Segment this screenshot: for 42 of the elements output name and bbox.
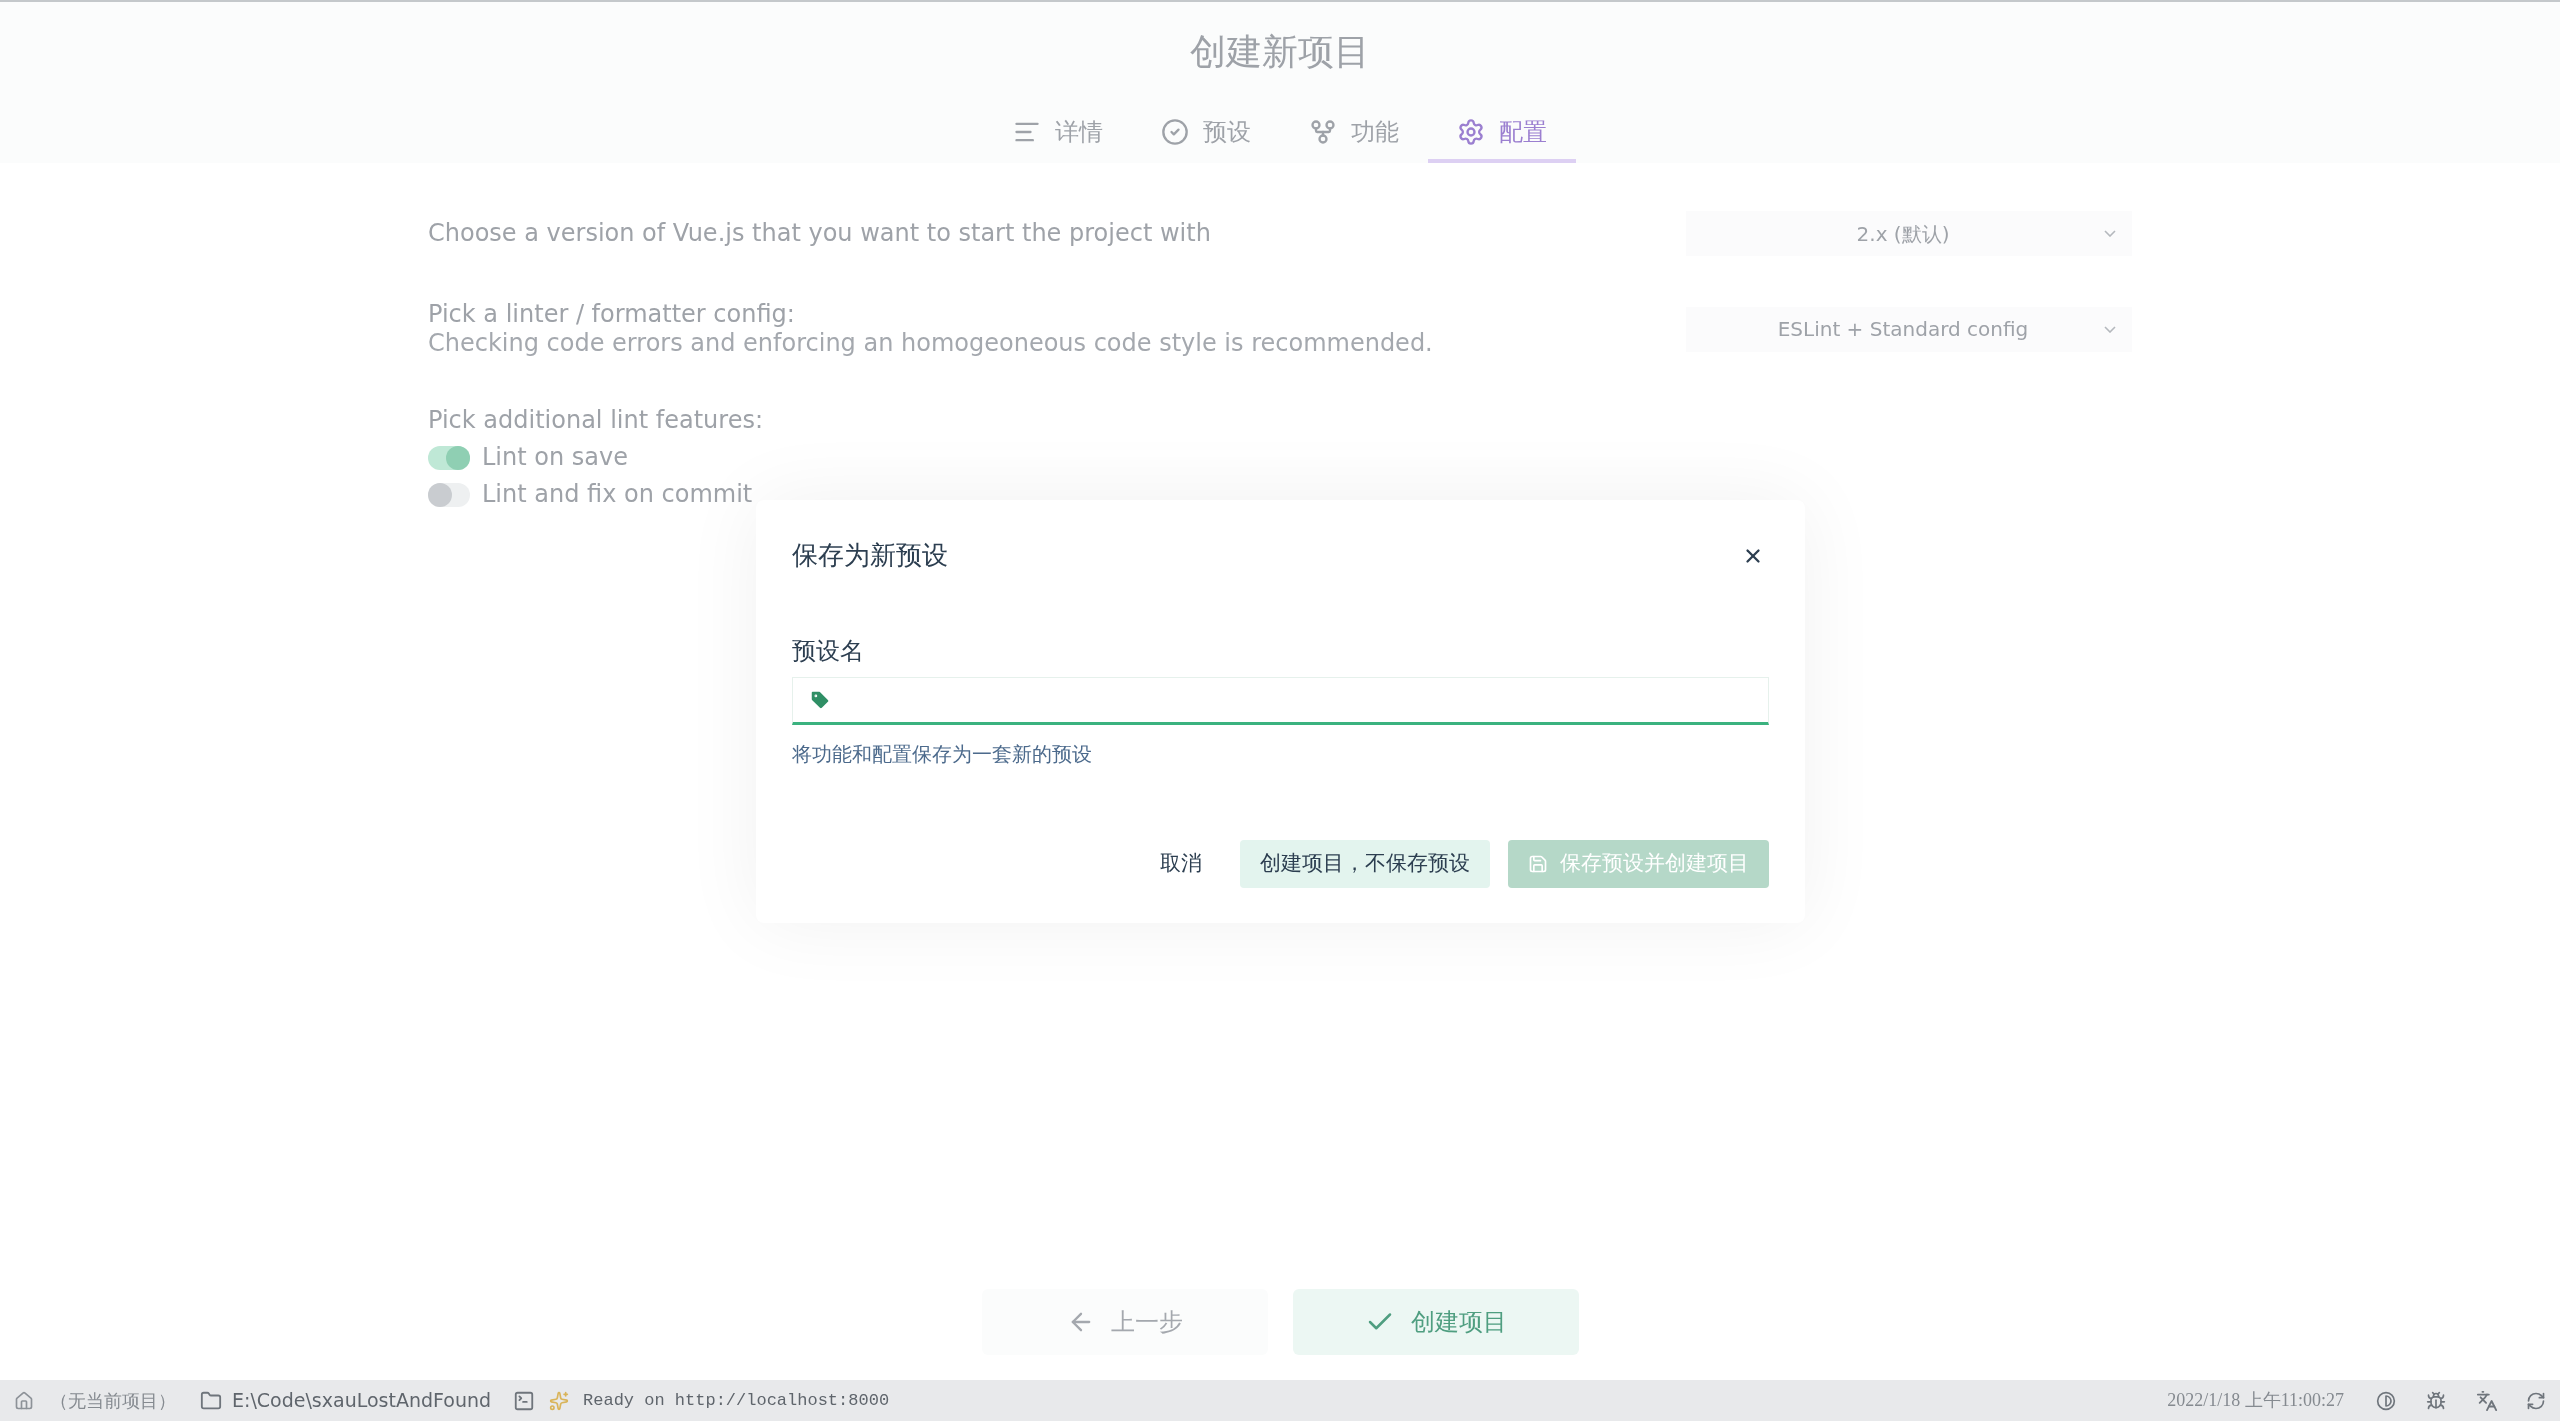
folder-path[interactable]: E:\Code\sxauLostAndFound	[232, 1386, 492, 1415]
option-label: Choose a version of Vue.js that you want to start the project with	[428, 219, 1211, 248]
toggle-switch[interactable]	[428, 445, 470, 470]
fork-icon	[1309, 117, 1337, 146]
tab[interactable]: 配置	[1428, 104, 1576, 163]
hint-text: 将功能和配置保存为一套新的预设	[791, 741, 1093, 768]
save-icon	[1527, 854, 1548, 874]
back-button[interactable]: 上一步	[981, 1289, 1268, 1355]
folder-icon	[200, 1389, 222, 1412]
tab[interactable]: 详情	[984, 104, 1132, 163]
home-icon[interactable]	[14, 1390, 34, 1411]
tag-icon	[808, 689, 831, 711]
switch-label: Lint and fix on commit	[482, 479, 753, 510]
option-description: Checking code errors and enforcing an homogeoneous code style is recommended.	[428, 329, 1433, 358]
switch-label: Lint on save	[482, 442, 628, 473]
log-message[interactable]: Ready on http://localhost:8000	[583, 1387, 890, 1414]
option-label: Pick a linter / formatter config:	[428, 300, 796, 329]
option-label: Pick additional lint features:	[428, 405, 764, 436]
page-title: 创建新项目	[1190, 30, 1370, 74]
chevron-down-icon	[2104, 230, 2116, 237]
preset-name-field[interactable]	[791, 677, 1769, 725]
refresh-icon[interactable]	[2526, 1390, 2546, 1411]
select-dropdown[interactable]: ESLint + Standard config	[1686, 306, 2132, 352]
create-button[interactable]: 创建项目，不保存预设	[1239, 840, 1490, 888]
cancel-button[interactable]: 取消	[1139, 840, 1222, 888]
toggle-switch[interactable]	[428, 482, 470, 507]
check-circle-icon	[1161, 117, 1189, 146]
dialog-title: 保存为新预设	[791, 539, 948, 572]
translate-icon[interactable]	[2476, 1389, 2498, 1412]
gear-icon	[1457, 117, 1485, 146]
sparkle-icon	[549, 1390, 570, 1411]
terminal-icon[interactable]	[513, 1389, 536, 1412]
bug-icon[interactable]	[2426, 1390, 2446, 1411]
create-project-button[interactable]: 创建项目	[1292, 1289, 1579, 1355]
contrast-icon[interactable]	[2376, 1390, 2396, 1411]
tab[interactable]: 功能	[1280, 104, 1428, 163]
date-time: 2022/1/18 上午11:00:27	[2167, 1389, 2344, 1412]
chevron-down-icon	[2104, 325, 2116, 333]
field-label: 预设名	[791, 636, 865, 667]
select-dropdown[interactable]: 2.x (默认)	[1686, 211, 2132, 256]
project-name[interactable]: （无当前项目）	[50, 1387, 176, 1414]
tab[interactable]: 预设	[1132, 104, 1280, 163]
